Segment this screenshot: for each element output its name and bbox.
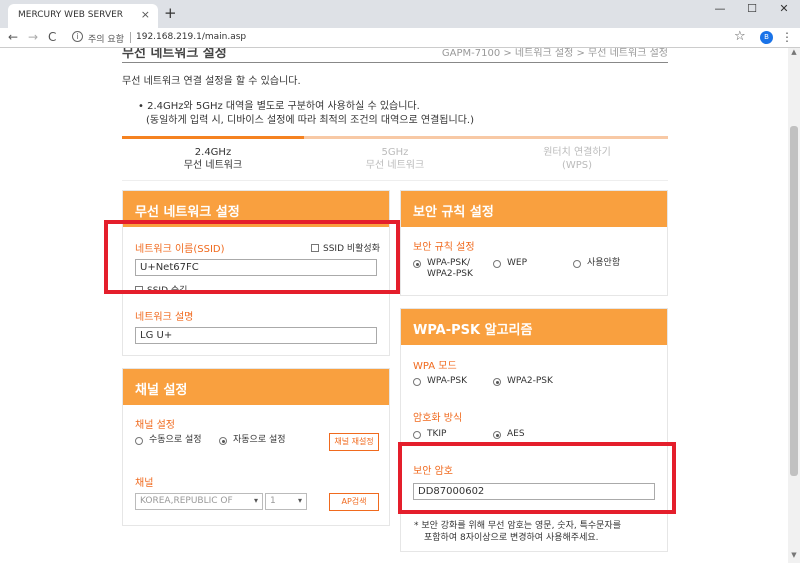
radio-label: WPA-PSK/ WPA2-PSK — [427, 258, 473, 280]
select-value: KOREA,REPUBLIC OF — [140, 496, 233, 506]
bookmark-star-icon[interactable]: ☆ — [734, 29, 746, 44]
radio-dot[interactable] — [573, 260, 581, 268]
security-status: 주의 요함 — [88, 35, 124, 45]
radio-label: 사용안함 — [587, 258, 621, 268]
radio-label: 수동으로 설정 — [149, 435, 202, 445]
maximize-icon[interactable]: ☐ — [736, 0, 768, 20]
radio-dot[interactable] — [413, 378, 421, 386]
country-select[interactable]: KOREA,REPUBLIC OF ▾ — [135, 493, 263, 510]
channel-label: 채널 — [135, 478, 154, 489]
radio-dot[interactable] — [135, 437, 143, 445]
tab-label: 5GHz — [381, 147, 409, 158]
minimize-icon[interactable]: — — [704, 0, 736, 20]
select-value: 1 — [270, 496, 276, 506]
radio-dot[interactable] — [493, 378, 501, 386]
divider — [130, 32, 131, 43]
radio-manual[interactable]: 수동으로 설정 — [135, 435, 202, 446]
band-note-line2: (동일하게 입력 시, 디바이스 설정에 따라 최적의 조건의 대역으로 연결됩… — [146, 115, 474, 126]
radio-wpa-psk[interactable]: WPA-PSK/ WPA2-PSK — [413, 258, 473, 280]
panel-header: 채널 설정 — [123, 369, 389, 405]
page-title: 무선 네트워크 설정 — [122, 48, 227, 61]
profile-avatar[interactable]: B — [760, 31, 773, 44]
scroll-up-icon[interactable]: ▲ — [788, 48, 800, 60]
tab-wps[interactable]: 원터치 연결하기 (WPS) — [486, 136, 668, 181]
security-rule-label: 보안 규칙 설정 — [413, 242, 475, 253]
window-controls: — ☐ ✕ — [704, 0, 800, 20]
radio-dot[interactable] — [219, 437, 227, 445]
security-rule-panel: 보안 규칙 설정 보안 규칙 설정 WPA-PSK/ WPA2-PSK WEP … — [400, 190, 668, 296]
intro-text: 무선 네트워크 연결 설정을 할 수 있습니다. — [122, 76, 301, 87]
tab-label: (WPS) — [561, 160, 593, 171]
radio-label-line: WPA2-PSK — [427, 269, 473, 279]
radio-label: 자동으로 설정 — [233, 435, 286, 445]
password-footnote-line2: 포함하여 8자이상으로 변경하여 사용해주세요. — [424, 533, 599, 543]
panel-header: 보안 규칙 설정 — [401, 191, 667, 227]
scroll-down-icon[interactable]: ▼ — [788, 551, 800, 563]
address-bar-row: ← → C i 주의 요함 192.168.219.1/main.asp — [0, 28, 800, 48]
menu-icon[interactable]: ⋮ — [781, 30, 793, 44]
reload-icon[interactable]: C — [48, 30, 56, 44]
tab-close-icon[interactable]: × — [141, 8, 150, 21]
band-note-line1: • 2.4GHz와 5GHz 대역을 별도로 구분하여 사용하실 수 있습니다. — [138, 101, 420, 112]
title-divider — [122, 62, 668, 63]
scrollbar-thumb[interactable] — [790, 126, 798, 476]
url-box[interactable]: i 주의 요함 192.168.219.1/main.asp — [66, 30, 756, 46]
radio-label: WEP — [507, 258, 528, 268]
security-key-highlight-box — [398, 442, 676, 514]
browser-tabbar: MERCURY WEB SERVER × + — ☐ ✕ — [0, 0, 800, 28]
channel-panel: 채널 설정 채널 설정 수동으로 설정 자동으로 설정 채널 재설정 채널 KO… — [122, 368, 390, 526]
radio-label: AES — [507, 429, 525, 439]
band-tabs: 2.4GHz 무선 네트워크 5GHz 무선 네트워크 원터치 연결하기 (WP… — [122, 136, 668, 181]
browser-tab[interactable]: MERCURY WEB SERVER × — [8, 4, 158, 28]
back-icon[interactable]: ← — [8, 30, 18, 44]
channel-select[interactable]: 1 ▾ — [265, 493, 307, 510]
tab-label: 원터치 연결하기 — [543, 147, 611, 158]
radio-enc-tkip[interactable]: TKIP — [413, 429, 446, 440]
tab-24ghz[interactable]: 2.4GHz 무선 네트워크 — [122, 136, 304, 181]
radio-label: WPA-PSK — [427, 376, 467, 386]
radio-wpa-mode-wpa[interactable]: WPA-PSK — [413, 376, 467, 387]
radio-label-line: WPA-PSK/ — [427, 258, 471, 268]
radio-dot[interactable] — [413, 260, 421, 268]
radio-dot[interactable] — [493, 431, 501, 439]
info-icon[interactable]: i — [72, 31, 83, 42]
ap-scan-button[interactable]: AP검색 — [329, 493, 379, 511]
network-desc-label: 네트워크 설명 — [135, 312, 194, 323]
tab-label: 2.4GHz — [194, 147, 232, 158]
chevron-down-icon: ▾ — [297, 496, 302, 505]
wpa-algorithm-panel: WPA-PSK 알고리즘 WPA 모드 WPA-PSK WPA2-PSK 암호화… — [400, 308, 668, 552]
page-scrollbar[interactable]: ▲ ▼ — [788, 48, 800, 563]
radio-wpa-mode-wpa2[interactable]: WPA2-PSK — [493, 376, 553, 387]
radio-none[interactable]: 사용안함 — [573, 258, 620, 269]
tab-label: 무선 네트워크 — [183, 160, 243, 171]
radio-dot[interactable] — [493, 260, 501, 268]
radio-dot[interactable] — [413, 431, 421, 439]
encryption-label: 암호화 방식 — [413, 413, 463, 424]
radio-label: TKIP — [427, 429, 447, 439]
chevron-down-icon: ▾ — [253, 496, 258, 505]
close-window-icon[interactable]: ✕ — [768, 0, 800, 20]
ssid-highlight-box — [104, 220, 400, 294]
radio-auto[interactable]: 자동으로 설정 — [219, 435, 286, 446]
radio-enc-aes[interactable]: AES — [493, 429, 525, 440]
channel-setting-label: 채널 설정 — [135, 420, 175, 431]
panel-header: WPA-PSK 알고리즘 — [401, 309, 667, 345]
radio-label: WPA2-PSK — [507, 376, 553, 386]
radio-wep[interactable]: WEP — [493, 258, 527, 269]
channel-reset-button[interactable]: 채널 재설정 — [329, 433, 379, 451]
tab-title: MERCURY WEB SERVER — [18, 10, 124, 20]
breadcrumb: GAPM-7100 > 네트워크 설정 > 무선 네트워크 설정 — [441, 48, 668, 59]
wpa-mode-label: WPA 모드 — [413, 361, 457, 372]
network-desc-input[interactable]: LG U+ — [135, 327, 377, 344]
tab-5ghz[interactable]: 5GHz 무선 네트워크 — [304, 136, 486, 181]
url-text[interactable]: 192.168.219.1/main.asp — [136, 32, 246, 42]
new-tab-icon[interactable]: + — [164, 4, 177, 22]
page-content: 무선 네트워크 설정 GAPM-7100 > 네트워크 설정 > 무선 네트워크… — [0, 48, 788, 563]
tab-label: 무선 네트워크 — [365, 160, 425, 171]
forward-icon[interactable]: → — [28, 30, 38, 44]
